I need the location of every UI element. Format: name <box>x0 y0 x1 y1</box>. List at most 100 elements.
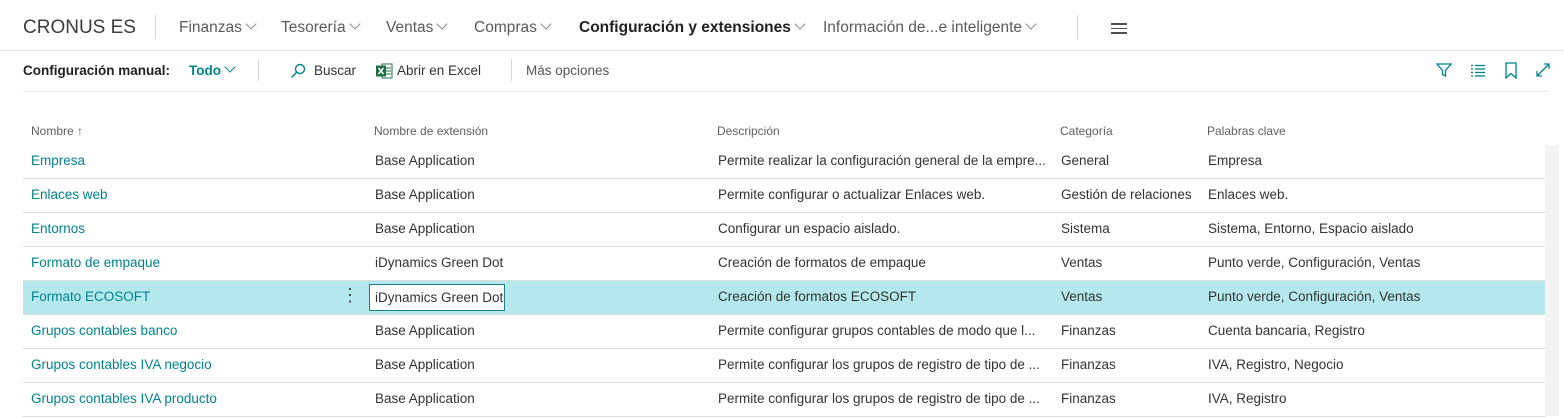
setup-list: Empresa Base Application Permite realiza… <box>23 145 1545 417</box>
row-category: Gestión de relaciones <box>1061 187 1192 202</box>
row-name-link[interactable]: Empresa <box>31 153 341 168</box>
action-divider <box>511 59 512 81</box>
row-description: Configurar un espacio aislado. <box>718 221 901 236</box>
row-category: Finanzas <box>1061 391 1116 406</box>
hamburger-icon[interactable] <box>1111 23 1127 37</box>
row-keywords: Empresa <box>1208 153 1263 168</box>
column-header-descripcion[interactable]: Descripción <box>717 124 780 138</box>
table-row[interactable]: Entornos Base Application Configurar un … <box>23 213 1545 247</box>
chevron-down-icon <box>245 18 257 30</box>
more-options-button[interactable]: Más opciones <box>526 63 609 78</box>
row-name-link[interactable]: Entornos <box>31 221 341 236</box>
row-extension: iDynamics Green Dot <box>375 255 504 270</box>
row-keywords: Cuenta bancaria, Registro <box>1208 323 1365 338</box>
search-label: Buscar <box>314 63 357 78</box>
row-extension: iDynamics Green Dot <box>375 290 504 305</box>
nav-divider <box>155 15 156 39</box>
row-description: Permite configurar los grupos de registr… <box>718 357 1040 372</box>
nav-compras[interactable]: Compras <box>474 18 552 37</box>
column-header-categoria[interactable]: Categoría <box>1060 124 1113 138</box>
view-filter-dropdown[interactable]: Todo <box>189 61 236 78</box>
row-category: General <box>1061 153 1110 168</box>
expand-icon[interactable] <box>1535 62 1551 78</box>
action-bar-divider <box>23 91 1548 92</box>
row-category: Finanzas <box>1061 357 1116 372</box>
column-header-extension[interactable]: Nombre de extensión <box>374 124 488 138</box>
chevron-down-icon <box>1025 18 1037 30</box>
row-name-link[interactable]: Enlaces web <box>31 187 341 202</box>
column-header-label: Nombre <box>31 124 74 138</box>
row-extension: Base Application <box>375 391 475 406</box>
top-navigation: CRONUS ES Finanzas Tesorería Ventas Comp… <box>0 0 1564 51</box>
chevron-down-icon <box>436 18 449 30</box>
nav-configuracion[interactable]: Configuración y extensiones <box>579 18 806 37</box>
excel-icon <box>376 63 393 79</box>
row-keywords: IVA, Registro, Negocio <box>1208 357 1344 372</box>
row-category: Sistema <box>1061 221 1110 236</box>
row-extension: Base Application <box>375 153 475 168</box>
table-row[interactable]: Grupos contables IVA negocio Base Applic… <box>23 349 1545 383</box>
page-title: Configuración manual: <box>23 63 171 78</box>
nav-ventas[interactable]: Ventas <box>386 18 449 37</box>
nav-tesoreria[interactable]: Tesorería <box>281 18 361 37</box>
row-description: Creación de formatos de empaque <box>718 255 926 270</box>
table-row[interactable]: Empresa Base Application Permite realiza… <box>23 145 1545 179</box>
table-row[interactable]: Grupos contables banco Base Application … <box>23 315 1545 349</box>
row-description: Permite configurar o actualizar Enlaces … <box>718 187 986 202</box>
row-name-link[interactable]: Formato de empaque <box>31 255 341 270</box>
chevron-down-icon <box>224 61 236 73</box>
chevron-down-icon <box>794 18 806 30</box>
row-category: Finanzas <box>1061 323 1116 338</box>
sort-ascending-icon: ↑ <box>77 124 84 138</box>
chevron-down-icon <box>348 18 361 30</box>
row-name-link[interactable]: Formato ECOSOFT <box>31 289 341 304</box>
row-name-link[interactable]: Grupos contables banco <box>31 323 341 338</box>
search-icon <box>290 63 306 79</box>
row-description: Permite configurar los grupos de registr… <box>718 391 1040 406</box>
row-name-link[interactable]: Grupos contables IVA negocio <box>31 357 341 372</box>
row-keywords: Punto verde, Configuración, Ventas <box>1208 289 1421 304</box>
column-header-palabras-clave[interactable]: Palabras clave <box>1207 124 1286 138</box>
row-description: Creación de formatos ECOSOFT <box>718 289 917 304</box>
table-row[interactable]: Formato de empaque iDynamics Green Dot C… <box>23 247 1545 281</box>
vertical-scrollbar[interactable] <box>1545 145 1559 416</box>
view-filter-label: Todo <box>189 63 221 78</box>
nav-label: Información de...e inteligente <box>823 19 1023 36</box>
row-category: Ventas <box>1061 289 1103 304</box>
company-name[interactable]: CRONUS ES <box>23 17 136 39</box>
row-extension: Base Application <box>375 187 475 202</box>
row-extension: Base Application <box>375 221 475 236</box>
table-row[interactable]: Grupos contables IVA producto Base Appli… <box>23 383 1545 417</box>
nav-finanzas[interactable]: Finanzas <box>179 18 257 37</box>
column-header-nombre[interactable]: Nombre ↑ <box>31 124 83 138</box>
nav-label: Ventas <box>386 19 434 36</box>
bookmark-icon[interactable] <box>1504 62 1518 79</box>
row-description: Permite realizar la configuración genera… <box>718 153 1046 168</box>
row-keywords: IVA, Registro <box>1208 391 1287 406</box>
table-row-selected[interactable]: Formato ECOSOFT ⋮ iDynamics Green Dot Cr… <box>23 281 1545 315</box>
nav-label: Configuración y extensiones <box>579 19 791 36</box>
nav-label: Finanzas <box>179 19 242 36</box>
search-button[interactable]: Buscar <box>290 63 357 79</box>
filter-icon[interactable] <box>1436 62 1452 78</box>
nav-label: Compras <box>474 19 537 36</box>
chevron-down-icon <box>540 18 552 30</box>
row-keywords: Punto verde, Configuración, Ventas <box>1208 255 1421 270</box>
open-in-excel-button[interactable]: Abrir en Excel <box>376 63 482 79</box>
row-extension: Base Application <box>375 357 475 372</box>
row-description: Permite configurar grupos contables de m… <box>718 323 1036 338</box>
row-category: Ventas <box>1061 255 1103 270</box>
action-divider <box>258 59 259 81</box>
list-view-icon[interactable] <box>1470 62 1486 78</box>
excel-label: Abrir en Excel <box>397 63 482 78</box>
row-extension: Base Application <box>375 323 475 338</box>
nav-divider <box>1077 15 1078 39</box>
action-bar: Configuración manual: Todo Buscar Abrir … <box>0 50 1564 92</box>
row-actions-icon[interactable]: ⋮ <box>341 286 359 304</box>
row-keywords: Sistema, Entorno, Espacio aislado <box>1208 221 1414 236</box>
nav-informacion[interactable]: Información de...e inteligente <box>823 18 1037 37</box>
nav-label: Tesorería <box>281 19 346 36</box>
row-name-link[interactable]: Grupos contables IVA producto <box>31 391 341 406</box>
row-extension-focused-cell[interactable]: iDynamics Green Dot <box>369 284 505 311</box>
table-row[interactable]: Enlaces web Base Application Permite con… <box>23 179 1545 213</box>
